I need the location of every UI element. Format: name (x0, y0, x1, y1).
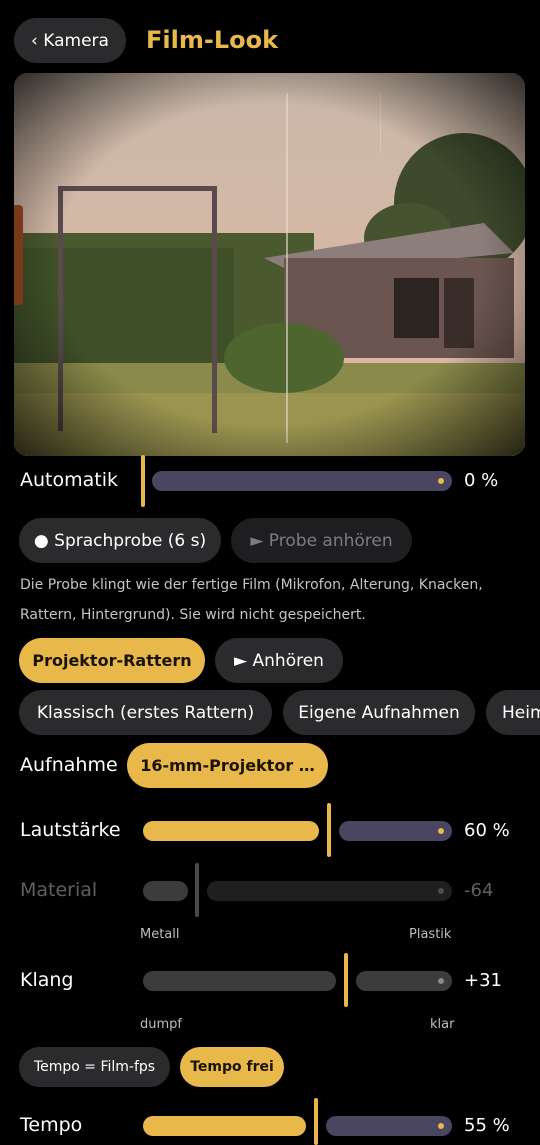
play-sample-label: ► Probe anhören (250, 530, 393, 551)
automatik-slider-track[interactable] (152, 471, 452, 491)
tempo-film-fps-button[interactable]: Tempo = Film-fps (19, 1047, 170, 1087)
material-value: -64 (464, 880, 494, 901)
tempo-label: Tempo (20, 1114, 83, 1136)
back-button-label: ‹ Kamera (31, 30, 109, 51)
volume-slider-thumb[interactable] (327, 803, 331, 857)
chip-own-recordings-label: Eigene Aufnahmen (298, 702, 460, 723)
tempo-slider-fill (143, 1116, 306, 1136)
film-preview-image (14, 73, 525, 456)
automatik-label: Automatik (20, 469, 118, 491)
chip-home[interactable]: Heim (486, 690, 540, 735)
volume-value: 60 % (464, 820, 510, 841)
page-title: Film-Look (146, 26, 279, 54)
automatik-slider-thumb[interactable] (141, 455, 145, 507)
recording-label: Aufnahme (20, 754, 118, 776)
frame-edge-marker (14, 205, 23, 305)
material-slider-thumb[interactable] (195, 863, 199, 917)
sample-hint-line-1: Die Probe klingt wie der fertige Film (M… (20, 577, 483, 593)
tempo-free-button[interactable]: Tempo frei (180, 1047, 284, 1087)
klang-value: +31 (464, 970, 502, 991)
tempo-slider-end-dot (438, 1123, 444, 1129)
automatik-value: 0 % (464, 470, 499, 491)
recording-select[interactable]: 16-mm-Projektor … (127, 743, 328, 788)
record-sample-label: ● Sprachprobe (6 s) (33, 530, 207, 551)
projector-rattle-button[interactable]: Projektor-Rattern (19, 638, 205, 683)
tempo-free-label: Tempo frei (190, 1059, 274, 1075)
volume-slider-track[interactable] (339, 821, 452, 841)
material-slider-track[interactable] (207, 881, 452, 901)
klang-slider-left-track (143, 971, 336, 991)
projector-rattle-label: Projektor-Rattern (32, 651, 192, 670)
garden-scene-illustration (14, 73, 525, 456)
play-sample-button[interactable]: ► Probe anhören (231, 518, 412, 563)
chip-classic[interactable]: Klassisch (erstes Rattern) (19, 690, 272, 735)
tempo-film-fps-label: Tempo = Film-fps (33, 1059, 156, 1075)
automatik-slider-end-dot (438, 478, 444, 484)
chip-classic-label: Klassisch (erstes Rattern) (36, 702, 255, 723)
sample-hint-line-2: Rattern, Hintergrund). Sie wird nicht ge… (20, 607, 366, 623)
klang-max-label: klar (430, 1017, 455, 1032)
volume-slider-fill (143, 821, 319, 841)
tempo-value: 55 % (464, 1115, 510, 1136)
klang-min-label: dumpf (140, 1017, 182, 1032)
record-sample-button[interactable]: ● Sprachprobe (6 s) (19, 518, 221, 563)
listen-label: ► Anhören (234, 650, 324, 671)
klang-label: Klang (20, 969, 74, 991)
chip-own-recordings[interactable]: Eigene Aufnahmen (283, 690, 475, 735)
back-button[interactable]: ‹ Kamera (14, 18, 126, 63)
material-slider-fill (143, 881, 188, 901)
recording-value: 16-mm-Projektor … (140, 756, 315, 775)
material-min-label: Metall (140, 927, 180, 942)
material-slider-end-dot (438, 888, 444, 894)
klang-slider-thumb[interactable] (344, 953, 348, 1007)
klang-slider-end-dot (438, 978, 444, 984)
tempo-slider-thumb[interactable] (314, 1098, 318, 1145)
material-max-label: Plastik (409, 927, 452, 942)
listen-button[interactable]: ► Anhören (215, 638, 343, 683)
material-label: Material (20, 879, 98, 901)
chip-home-label: Heim (502, 702, 540, 723)
volume-slider-end-dot (438, 828, 444, 834)
volume-label: Lautstärke (20, 819, 121, 841)
tempo-slider-track[interactable] (326, 1116, 452, 1136)
